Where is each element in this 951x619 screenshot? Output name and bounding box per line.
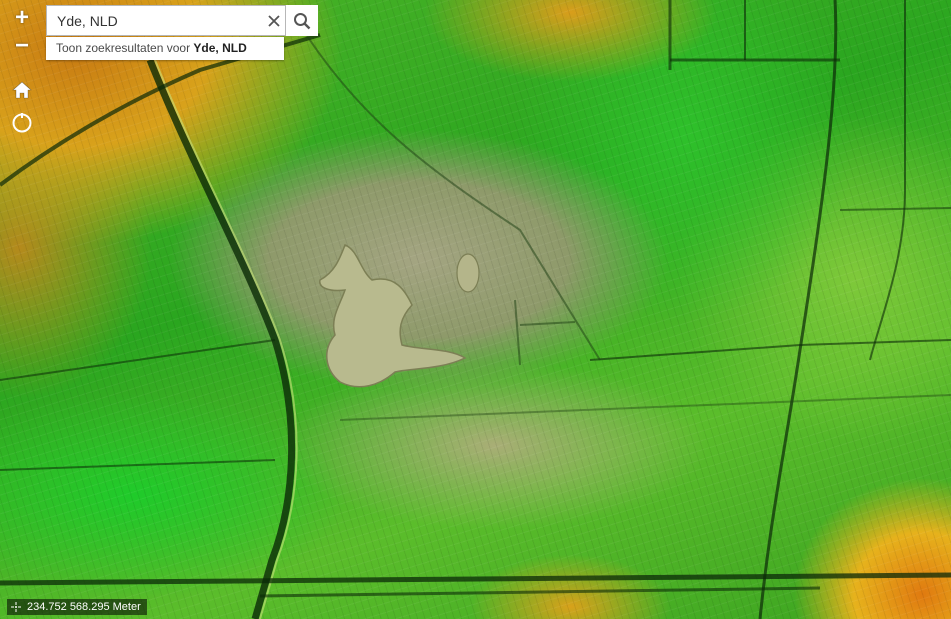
map-features — [0, 0, 951, 619]
suggestion-term: Yde, NLD — [193, 41, 247, 55]
elevation-map[interactable] — [0, 0, 951, 619]
close-icon — [268, 14, 280, 27]
ditch — [0, 339, 276, 381]
road — [259, 586, 821, 598]
locate-icon — [12, 113, 32, 133]
ditch — [519, 321, 576, 326]
ditch — [839, 207, 951, 211]
coordinate-text: 234.752 568.295 Meter — [27, 601, 141, 613]
search-suggestion[interactable]: Toon zoekresultaten voor Yde, NLD — [46, 37, 284, 60]
crosshair-icon[interactable] — [11, 602, 21, 612]
clear-search-button[interactable] — [263, 6, 285, 35]
home-icon — [12, 81, 32, 99]
zoom-out-button[interactable]: − — [10, 34, 34, 58]
ditch — [758, 0, 838, 619]
suggestion-prefix: Toon zoekresultaten voor — [56, 41, 194, 55]
coordinate-display: 234.752 568.295 Meter — [7, 599, 147, 615]
ditch — [589, 339, 951, 361]
zoom-in-button[interactable]: + — [10, 6, 34, 30]
search-button[interactable] — [285, 5, 318, 36]
ditch — [869, 0, 906, 361]
ditch — [339, 394, 951, 421]
ditch — [514, 299, 521, 366]
search-box — [46, 5, 318, 36]
search-icon — [294, 12, 311, 29]
pond — [456, 253, 480, 293]
search-input[interactable] — [47, 6, 263, 35]
ditch — [0, 459, 276, 471]
locate-button[interactable] — [10, 111, 34, 135]
home-button[interactable] — [10, 78, 34, 102]
road — [146, 58, 296, 619]
road — [0, 572, 951, 586]
lake — [319, 244, 467, 388]
